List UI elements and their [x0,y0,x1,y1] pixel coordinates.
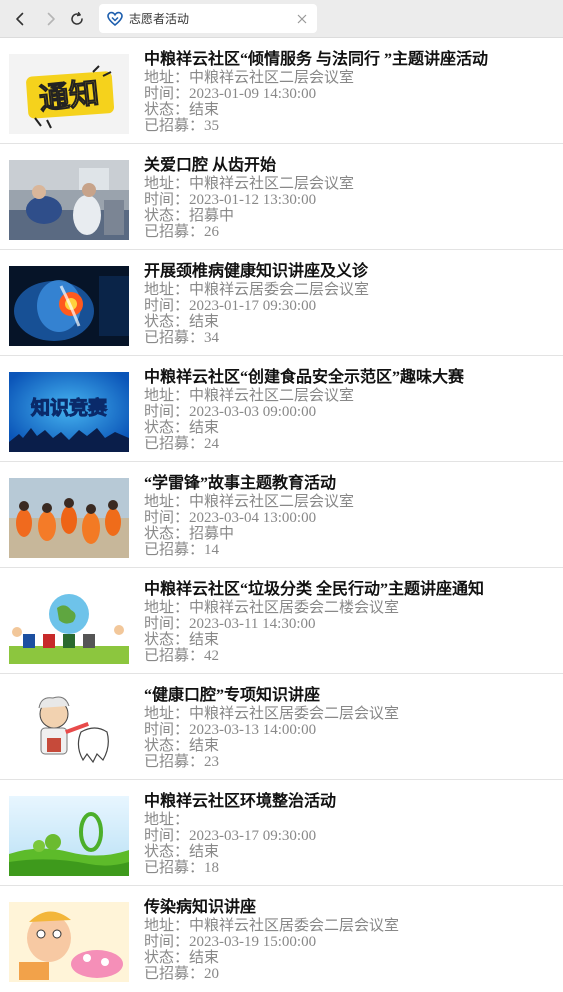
activity-recruited: 已招募：24 [144,436,220,452]
activity-thumbnail [9,796,129,876]
activity-title[interactable]: 中粮祥云社区“垃圾分类 全民行动”主题讲座通知 [144,580,554,599]
activity-title[interactable]: 中粮祥云社区“创建食品安全示范区”趣味大赛 [144,368,554,387]
activity-status: 状态：结束 [144,950,220,966]
forward-arrow-icon [47,12,55,26]
activity-title[interactable]: “健康口腔”专项知识讲座 [144,686,554,705]
activity-address: 地址：中粮祥云社区居委会二层会议室 [144,918,400,934]
activity-address: 地址： [144,812,190,828]
activity-title[interactable]: 中粮祥云社区“倾情服务 与法同行 ”主题讲座活动 [144,50,554,69]
activity-title[interactable]: 关爱口腔 从齿开始 [144,156,554,175]
activity-status: 状态：招募中 [144,208,235,224]
activity-status: 状态：结束 [144,632,220,648]
activity-list: 通知 中粮祥云社区“倾情服务 与法同行 ”主题讲座活动 地址：中粮祥云社区二层会… [0,38,563,992]
activity-recruited: 已招募：23 [144,754,220,770]
activity-time: 时间：2023-03-13 14:00:00 [144,722,317,738]
browser-toolbar: 志愿者活动 [0,0,563,38]
back-arrow-icon [16,12,24,26]
activity-recruited: 已招募：26 [144,224,220,240]
activity-address: 地址：中粮祥云社区二层会议室 [144,388,355,404]
activity-address: 地址：中粮祥云社区二层会议室 [144,70,355,86]
activity-title[interactable]: 传染病知识讲座 [144,898,554,917]
activity-item[interactable]: 中粮祥云社区环境整治活动 地址： 时间：2023-03-17 09:30:00 … [0,780,563,886]
activity-time: 时间：2023-03-19 15:00:00 [144,934,317,950]
activity-address: 地址：中粮祥云社区居委会二楼会议室 [144,600,400,616]
activity-recruited: 已招募：35 [144,118,220,134]
activity-recruited: 已招募：34 [144,330,220,346]
activity-time: 时间：2023-03-17 09:30:00 [144,828,317,844]
activity-thumbnail [9,902,129,982]
activity-recruited: 已招募：42 [144,648,220,664]
thumb-quiz-text: 知识竞赛 [31,396,108,419]
activity-thumbnail [9,160,129,240]
heart-favicon-icon [107,11,123,27]
activity-item[interactable]: “健康口腔”专项知识讲座 地址：中粮祥云社区居委会二层会议室 时间：2023-0… [0,674,563,780]
activity-status: 状态：结束 [144,314,220,330]
activity-time: 时间：2023-03-03 09:00:00 [144,404,317,420]
activity-thumbnail [9,690,129,770]
activity-recruited: 已招募：14 [144,542,220,558]
activity-item[interactable]: 传染病知识讲座 地址：中粮祥云社区居委会二层会议室 时间：2023-03-19 … [0,886,563,992]
activity-item[interactable]: 中粮祥云社区“垃圾分类 全民行动”主题讲座通知 地址：中粮祥云社区居委会二楼会议… [0,568,563,674]
activity-item[interactable]: 开展颈椎病健康知识讲座及义诊 地址：中粮祥云居委会二层会议室 时间：2023-0… [0,250,563,356]
activity-address: 地址：中粮祥云居委会二层会议室 [144,282,370,298]
activity-status: 状态：结束 [144,738,220,754]
activity-title[interactable]: 中粮祥云社区环境整治活动 [144,792,554,811]
activity-thumbnail [9,584,129,664]
activity-address: 地址：中粮祥云社区居委会二层会议室 [144,706,400,722]
activity-thumbnail: 知识竞赛 [9,372,129,452]
activity-time: 时间：2023-03-11 14:30:00 [144,616,316,632]
tab-title: 志愿者活动 [129,12,190,26]
activity-address: 地址：中粮祥云社区二层会议室 [144,176,355,192]
active-tab[interactable]: 志愿者活动 [99,4,317,33]
activity-item[interactable]: 知识竞赛 中粮祥云社区“创建食品安全示范区”趣味大赛 地址：中粮祥云社区二层会议… [0,356,563,462]
activity-time: 时间：2023-01-12 13:30:00 [144,192,317,208]
activity-time: 时间：2023-03-04 13:00:00 [144,510,317,526]
activity-thumbnail [9,266,129,346]
reload-button[interactable] [65,7,89,31]
activity-thumbnail [9,478,129,558]
activity-status: 状态：结束 [144,420,220,436]
activity-item[interactable]: 通知 中粮祥云社区“倾情服务 与法同行 ”主题讲座活动 地址：中粮祥云社区二层会… [0,38,563,144]
activity-item[interactable]: “学雷锋”故事主题教育活动 地址：中粮祥云社区二层会议室 时间：2023-03-… [0,462,563,568]
activity-status: 状态：结束 [144,844,220,860]
reload-icon [71,11,83,25]
activity-thumbnail: 通知 [9,54,129,134]
activity-recruited: 已招募：18 [144,860,220,876]
forward-button[interactable] [39,7,63,31]
activity-status: 状态：结束 [144,102,220,118]
activity-recruited: 已招募：20 [144,966,220,982]
activity-time: 时间：2023-01-17 09:30:00 [144,298,317,314]
activity-item[interactable]: 关爱口腔 从齿开始 地址：中粮祥云社区二层会议室 时间：2023-01-12 1… [0,144,563,250]
activity-address: 地址：中粮祥云社区二层会议室 [144,494,355,510]
activity-time: 时间：2023-01-09 14:30:00 [144,86,317,102]
activity-status: 状态：招募中 [144,526,235,542]
close-tab-icon[interactable] [293,10,311,28]
thumb-notice-text: 通知 [38,76,101,117]
activity-title[interactable]: 开展颈椎病健康知识讲座及义诊 [144,262,554,281]
back-button[interactable] [8,7,32,31]
activity-title[interactable]: “学雷锋”故事主题教育活动 [144,474,554,493]
